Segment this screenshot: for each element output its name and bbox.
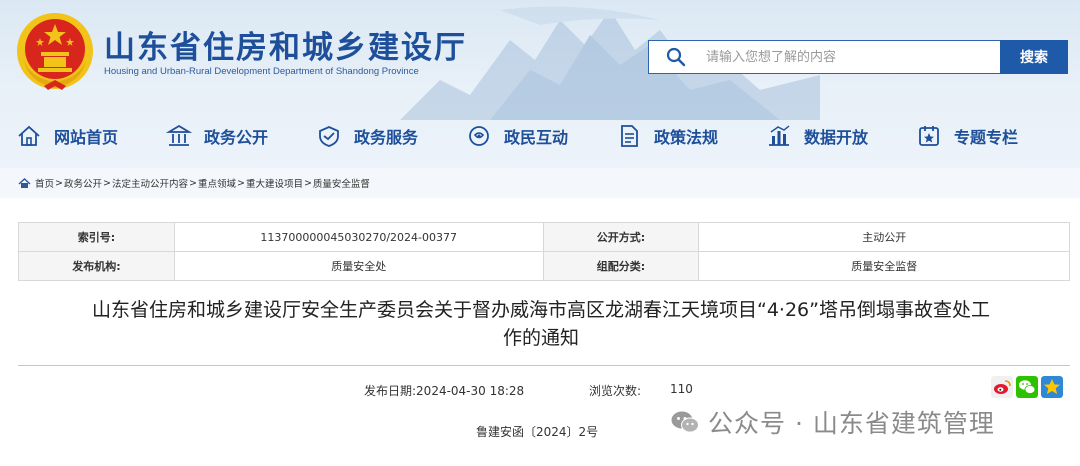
nav-item-home[interactable]: 网站首页 bbox=[16, 118, 118, 154]
breadcrumb-item-quality-safety[interactable]: 质量安全监督 bbox=[313, 176, 370, 190]
table-row: 索引号: 113700000045030270/2024-00377 公开方式:… bbox=[18, 222, 1070, 252]
search-button[interactable]: 搜索 bbox=[1000, 40, 1068, 74]
breadcrumb-separator: > bbox=[236, 177, 245, 189]
home-icon bbox=[18, 125, 40, 146]
index-number-label: 索引号: bbox=[18, 222, 175, 252]
breadcrumb-item-home[interactable]: 首页 bbox=[35, 176, 54, 190]
nav-label: 数据开放 bbox=[804, 128, 869, 147]
category-value: 质量安全监督 bbox=[698, 251, 1070, 281]
site-title[interactable]: 山东省住房和城乡建设厅 bbox=[104, 22, 467, 67]
article-title-line: 作的通知 bbox=[502, 327, 579, 349]
watermark: 公众号 · 山东省建筑管理 bbox=[670, 404, 995, 440]
search-input[interactable] bbox=[706, 46, 986, 68]
nav-label: 政务公开 bbox=[204, 128, 269, 147]
breadcrumb-separator: > bbox=[303, 177, 312, 189]
breadcrumb-item-major-projects[interactable]: 重大建设项目 bbox=[246, 176, 303, 190]
nav-label: 专题专栏 bbox=[954, 128, 1019, 147]
table-row: 发布机构: 质量安全处 组配分类: 质量安全监督 bbox=[18, 251, 1070, 281]
breadcrumb-item-statutory[interactable]: 法定主动公开内容 bbox=[112, 176, 188, 190]
weibo-icon[interactable] bbox=[991, 376, 1013, 398]
nav-item-gov-affairs[interactable]: 政务公开 bbox=[166, 118, 268, 154]
nav-item-policy[interactable]: 政策法规 bbox=[616, 118, 718, 154]
qzone-icon[interactable] bbox=[1041, 376, 1063, 398]
breadcrumb-separator: > bbox=[103, 177, 111, 189]
category-label: 组配分类: bbox=[542, 251, 700, 281]
breadcrumb-separator: > bbox=[55, 177, 63, 189]
divider bbox=[18, 365, 1070, 366]
wechat-icon[interactable] bbox=[1016, 376, 1038, 398]
watermark-text: 公众号 · 山东省建筑管理 bbox=[708, 409, 995, 438]
article-title: 山东省住房和城乡建设厅安全生产委员会关于督办威海市高区龙湖春江天境项目“4·26… bbox=[10, 296, 1072, 352]
views-count: 110 bbox=[670, 382, 693, 396]
article-title-line: 山东省住房和城乡建设厅安全生产委员会关于督办威海市高区龙湖春江天境项目“4·26… bbox=[92, 299, 990, 321]
nav-item-interaction[interactable]: 政民互动 bbox=[466, 118, 568, 154]
views-label: 浏览次数: bbox=[589, 384, 642, 398]
nav-item-gov-service[interactable]: 政务服务 bbox=[316, 118, 418, 154]
disclosure-method-label: 公开方式: bbox=[542, 222, 700, 252]
breadcrumb-item-key-areas[interactable]: 重点领域 bbox=[198, 176, 236, 190]
service-icon bbox=[319, 126, 339, 147]
search-icon[interactable] bbox=[666, 47, 686, 67]
nav-label: 政务服务 bbox=[354, 128, 419, 147]
nav-label: 网站首页 bbox=[54, 128, 119, 147]
nav-label: 政民互动 bbox=[504, 128, 569, 147]
share-icons bbox=[991, 376, 1063, 398]
index-number-value: 113700000045030270/2024-00377 bbox=[173, 222, 544, 252]
chart-icon bbox=[769, 125, 790, 146]
publisher-label: 发布机构: bbox=[18, 251, 175, 281]
breadcrumb: 首页 > 政务公开 > 法定主动公开内容 > 重点领域 > 重大建设项目 > 质… bbox=[0, 168, 1080, 198]
site-subtitle: Housing and Urban-Rural Development Depa… bbox=[104, 66, 419, 77]
main-nav: 网站首页 政务公开 政务服务 政民互动 政策法规 数据开放 专题专栏 bbox=[0, 118, 1080, 158]
nav-item-topics[interactable]: 专题专栏 bbox=[916, 118, 1018, 154]
nav-item-open-data[interactable]: 数据开放 bbox=[766, 118, 868, 154]
home-icon bbox=[18, 177, 31, 188]
national-emblem-icon bbox=[17, 13, 93, 90]
document-icon bbox=[621, 125, 638, 147]
nav-label: 政策法规 bbox=[654, 128, 719, 147]
site-header: 山东省住房和城乡建设厅 Housing and Urban-Rural Deve… bbox=[0, 0, 1080, 195]
government-building-icon bbox=[166, 124, 192, 146]
disclosure-method-value: 主动公开 bbox=[698, 222, 1070, 252]
publish-date: 发布日期:2024-04-30 18:28 bbox=[364, 384, 525, 398]
interaction-icon bbox=[469, 126, 489, 146]
document-number: 鲁建安函〔2024〕2号 bbox=[476, 425, 599, 439]
breadcrumb-separator: > bbox=[188, 177, 197, 189]
topic-icon bbox=[919, 126, 939, 146]
document-meta-table: 索引号: 113700000045030270/2024-00377 公开方式:… bbox=[18, 222, 1070, 281]
publisher-value: 质量安全处 bbox=[173, 251, 544, 281]
wechat-logo-icon bbox=[671, 411, 699, 433]
page: 山东省住房和城乡建设厅 Housing and Urban-Rural Deve… bbox=[0, 0, 1080, 466]
breadcrumb-item-gov-affairs[interactable]: 政务公开 bbox=[64, 176, 102, 190]
